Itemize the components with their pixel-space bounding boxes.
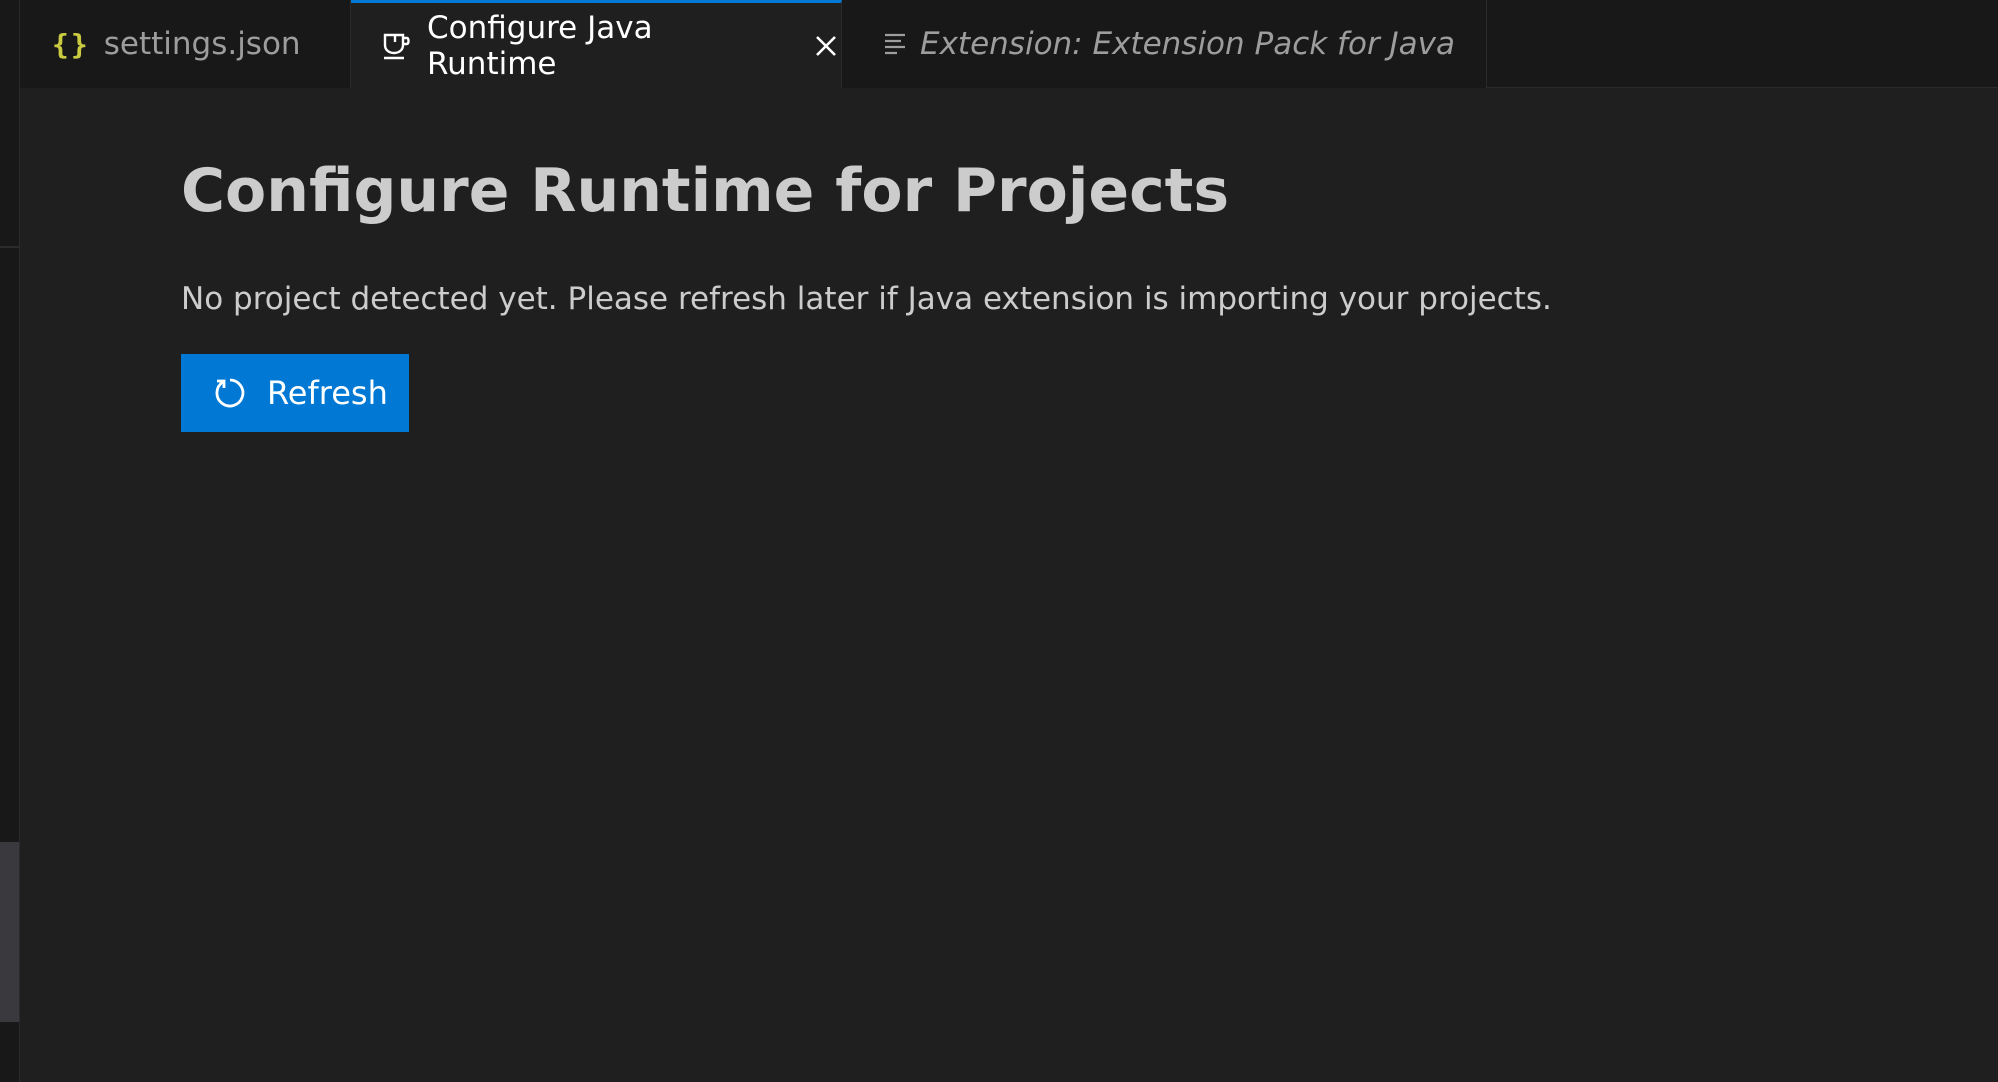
no-project-message: No project detected yet. Please refresh … <box>181 281 1552 317</box>
scrollbar-thumb[interactable] <box>0 842 19 1022</box>
refresh-button[interactable]: Refresh <box>181 354 409 432</box>
side-bar-strip <box>0 0 20 1082</box>
preview-lines-icon <box>884 32 906 56</box>
tab-configure-java-runtime[interactable]: Configure Java Runtime <box>351 0 842 89</box>
refresh-label: Refresh <box>267 374 388 412</box>
close-icon[interactable] <box>811 31 841 61</box>
tab-label: Extension: Extension Pack for Java <box>920 26 1456 62</box>
braces-icon: {} <box>52 27 90 61</box>
page-title: Configure Runtime for Projects <box>181 156 1230 226</box>
editor-window: {} settings.json Configure Java Runtime <box>0 0 1998 1082</box>
tab-label: Configure Java Runtime <box>427 10 653 82</box>
tab-label: settings.json <box>103 26 301 62</box>
tab-settings-json[interactable]: {} settings.json <box>20 0 351 88</box>
refresh-icon <box>213 376 247 410</box>
coffee-cup-icon <box>381 31 413 61</box>
tab-extension-pack-for-java[interactable]: Extension: Extension Pack for Java <box>842 0 1487 88</box>
editor-tab-bar: {} settings.json Configure Java Runtime <box>20 0 1998 89</box>
side-bar-divider <box>0 246 19 248</box>
